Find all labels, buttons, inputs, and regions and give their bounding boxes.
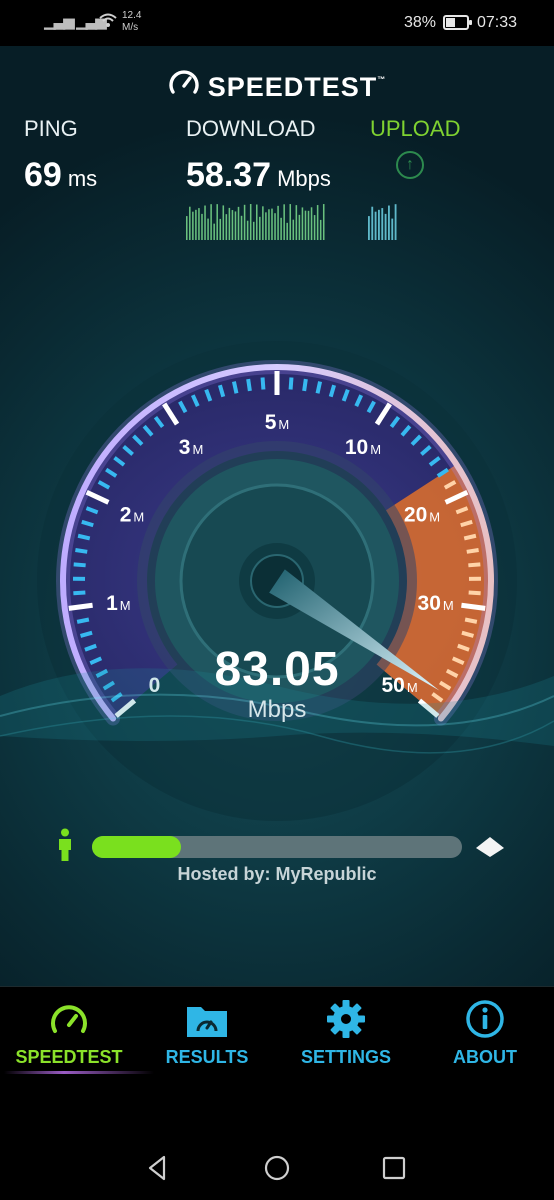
bottom-nav: SPEEDTEST RESULTS SETTINGS ABOUT [0,986,554,1080]
speedometer-icon [51,1005,87,1033]
folder-icon [187,1007,227,1037]
current-speed-unit: Mbps [247,696,307,723]
server-icon [476,837,504,857]
gauge-major-tick [68,602,93,611]
network-speed: 12.4 M/s [122,10,142,33]
gauge-minor-tick [76,617,90,624]
status-bar: ▁▃▅ ▁▃▅ 12.4 M/s 38% 07:33 [0,0,554,46]
nav-speedtest-label: SPEEDTEST [15,1047,123,1067]
gear-icon [327,1000,365,1038]
person-icon [59,828,71,861]
gauge-minor-tick [77,533,91,541]
gauge-minor-tick [468,590,481,596]
gauge-major-tick [461,602,486,611]
gauge-minor-tick [260,377,266,390]
gauge-minor-tick [302,378,308,392]
hosted-by: Hosted by: MyRepublic [177,864,377,884]
battery-percent: 38% [404,14,437,31]
battery-icon [443,15,472,30]
nav-about-label: ABOUT [453,1047,517,1067]
signal-icon: ▁▃▅ [44,13,75,30]
nav-about[interactable]: ABOUT [416,987,554,1081]
gauge-minor-tick [231,381,239,394]
gauge-minor-tick [288,377,294,390]
gauge-minor-tick [463,533,477,541]
test-progress-fill [92,836,181,858]
info-icon [466,1000,504,1038]
gauge-minor-tick [464,617,478,624]
current-speed-value: 83.05 [214,643,340,696]
nav-speedtest[interactable]: SPEEDTEST [0,987,138,1081]
home-icon[interactable] [261,1152,293,1184]
gauge-minor-tick [246,378,252,392]
speedtest-screen: SPEEDTEST™ PING 69 ms DOWNLOAD 58.37 Mbps … [0,46,554,986]
gauge-minor-tick [315,381,323,394]
wifi-icon [99,13,117,27]
gauge-minor-tick [73,590,86,596]
nav-results-label: RESULTS [165,1047,249,1067]
active-tab-indicator [4,1071,154,1074]
recents-icon[interactable] [378,1152,410,1184]
test-progress-bar [92,836,462,858]
gauge-minor-tick [75,547,88,554]
back-icon[interactable] [142,1152,174,1184]
system-nav-bar [0,1080,554,1200]
gauge-minor-tick [466,547,479,554]
gauge-minor-tick [468,562,481,568]
nav-results[interactable]: RESULTS [138,987,276,1081]
gauge-minor-tick [73,562,86,568]
nav-settings-label: SETTINGS [300,1047,391,1067]
clock: 07:33 [477,14,518,31]
nav-settings[interactable]: SETTINGS [277,987,415,1081]
